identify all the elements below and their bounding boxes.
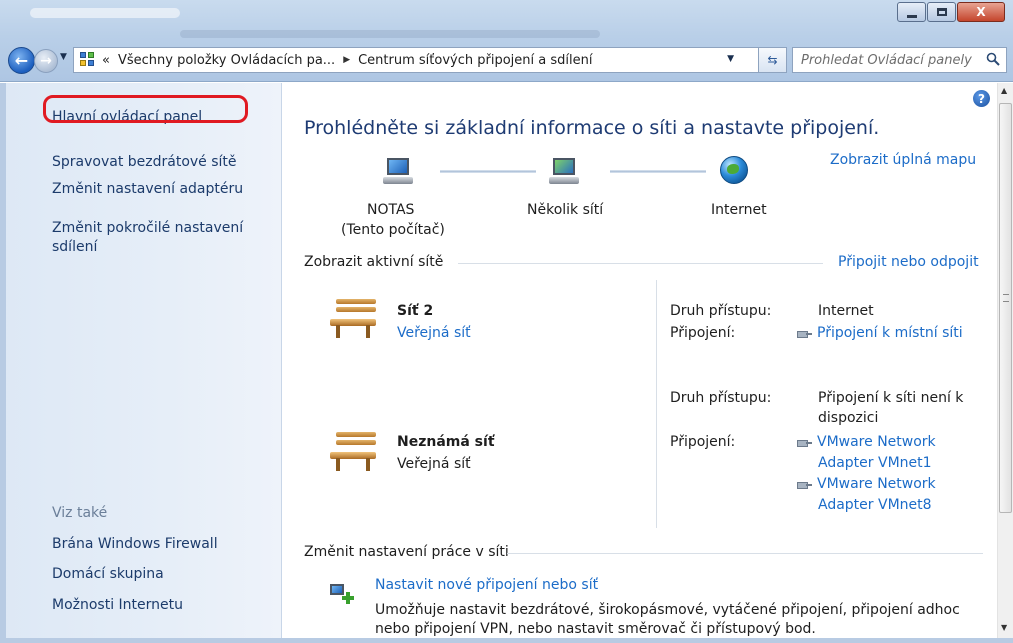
back-icon: ←	[14, 51, 29, 70]
connection-link-text: VMware Network	[817, 476, 936, 492]
search-icon[interactable]	[986, 52, 1000, 66]
recent-pages-dropdown[interactable]: ▼	[60, 52, 72, 66]
help-icon[interactable]: ?	[973, 90, 990, 107]
section-divider	[507, 553, 983, 554]
window-left-border	[0, 83, 6, 638]
connection-link-vmnet1[interactable]: VMware Network	[797, 434, 936, 450]
section-divider	[458, 263, 823, 264]
computer-icon[interactable]	[383, 158, 413, 186]
breadcrumb-network-center[interactable]: Centrum síťových připojení a sdílení	[358, 53, 592, 68]
section-title-active-networks: Zobrazit aktivní sítě	[304, 254, 444, 270]
adapter-icon	[797, 328, 813, 338]
adapter-icon	[797, 479, 813, 489]
scroll-up-icon[interactable]: ▲	[1001, 86, 1007, 95]
network-type: Veřejná síť	[397, 456, 471, 472]
window-controls: X	[896, 2, 1005, 22]
column-divider	[656, 280, 657, 528]
globe-icon[interactable]	[720, 156, 748, 184]
bench-icon	[330, 297, 376, 339]
breadcrumb-separator[interactable]: ▶	[343, 55, 350, 65]
map-node-computer-name: NOTAS	[367, 202, 415, 218]
toolbar-ghost	[180, 30, 600, 38]
scrollbar-thumb[interactable]	[999, 103, 1012, 513]
access-type-label: Druh přístupu:	[670, 390, 772, 406]
back-button[interactable]: ←	[8, 47, 35, 74]
breadcrumb-all-items[interactable]: Všechny položky Ovládacích pa...	[118, 53, 335, 68]
search-placeholder: Prohledat Ovládací panely	[801, 52, 972, 68]
page-title: Prohlédněte si základní informace o síti…	[304, 117, 880, 139]
map-node-internet: Internet	[711, 202, 767, 218]
connection-label: Připojení:	[670, 434, 736, 450]
map-connection-line	[440, 170, 536, 173]
network-name: Neznámá síť	[397, 434, 495, 450]
vertical-scrollbar[interactable]: ▲ ▼	[997, 83, 1013, 638]
network-icon[interactable]	[549, 158, 579, 186]
adapter-icon	[797, 437, 813, 447]
bench-icon	[330, 430, 376, 472]
minimize-icon	[906, 14, 917, 18]
setup-connection-icon[interactable]	[330, 584, 356, 608]
connection-link-vmnet8[interactable]: VMware Network	[797, 476, 936, 492]
network-type-link[interactable]: Veřejná síť	[397, 325, 471, 341]
setup-description-cont: nebo připojení VPN, nebo nastavit směrov…	[375, 621, 816, 637]
connection-link-vmnet8-cont[interactable]: Adapter VMnet8	[818, 497, 932, 513]
connection-link-text: Připojení k místní síti	[817, 325, 963, 341]
connection-link-text: VMware Network	[817, 434, 936, 450]
access-type-value-cont: dispozici	[818, 410, 879, 426]
connection-label: Připojení:	[670, 325, 736, 341]
connection-link-vmnet1-cont[interactable]: Adapter VMnet1	[818, 455, 932, 471]
sidebar-link-homegroup[interactable]: Domácí skupina	[52, 566, 164, 582]
access-type-label: Druh přístupu:	[670, 303, 772, 319]
map-node-networks: Několik sítí	[527, 202, 604, 218]
window-bottom-border	[0, 638, 1013, 643]
maximize-button[interactable]	[927, 2, 956, 22]
highlight-annotation	[43, 95, 248, 123]
sidebar-link-advanced-sharing[interactable]: Změnit pokročilé nastavení sdílení	[52, 219, 267, 257]
control-panel-icon	[80, 52, 96, 68]
network-name: Síť 2	[397, 303, 434, 319]
sidebar-link-adapter-settings[interactable]: Změnit nastavení adaptéru	[52, 181, 243, 197]
access-type-value: Připojení k síti není k	[818, 390, 964, 406]
sidebar-link-internet-options[interactable]: Možnosti Internetu	[52, 597, 183, 613]
forward-button[interactable]: →	[34, 49, 58, 73]
address-row: ← → ▼ « Všechny položky Ovládacích pa...…	[0, 43, 1013, 77]
connect-disconnect-link[interactable]: Připojit nebo odpojit	[838, 254, 979, 270]
refresh-icon: ⇆	[767, 53, 778, 67]
minimize-button[interactable]	[897, 2, 926, 22]
setup-connection-link[interactable]: Nastavit nové připojení nebo síť	[375, 577, 598, 593]
section-title-change-settings: Změnit nastavení práce v síti	[304, 544, 509, 560]
connection-link-local[interactable]: Připojení k místní síti	[797, 325, 963, 341]
access-type-value: Internet	[818, 303, 874, 319]
sidebar-link-wireless[interactable]: Spravovat bezdrátové sítě	[52, 154, 237, 170]
close-button[interactable]: X	[957, 2, 1005, 22]
maximize-icon	[936, 8, 947, 16]
search-input[interactable]: Prohledat Ovládací panely	[792, 47, 1007, 73]
address-bar[interactable]: « Všechny položky Ovládacích pa... ▶ Cen…	[73, 47, 759, 73]
refresh-button[interactable]: ⇆	[759, 47, 787, 73]
sidebar-link-firewall[interactable]: Brána Windows Firewall	[52, 536, 218, 552]
address-dropdown-icon[interactable]: ▼	[727, 54, 734, 64]
see-also-heading: Viz také	[52, 505, 108, 521]
scroll-down-icon[interactable]: ▼	[1001, 623, 1007, 632]
forward-icon: →	[40, 53, 52, 69]
setup-description: Umožňuje nastavit bezdrátové, širokopásm…	[375, 602, 960, 618]
map-node-computer-sub: (Tento počítač)	[341, 222, 445, 238]
scrollbar-grip-icon	[1003, 294, 1009, 302]
breadcrumb-overflow[interactable]: «	[102, 53, 110, 68]
title-bar: X ← → ▼ « Všechny položky Ovládacích pa.…	[0, 0, 1013, 82]
map-connection-line	[610, 170, 706, 173]
view-full-map-link[interactable]: Zobrazit úplná mapu	[830, 152, 976, 168]
window-title	[30, 8, 180, 18]
